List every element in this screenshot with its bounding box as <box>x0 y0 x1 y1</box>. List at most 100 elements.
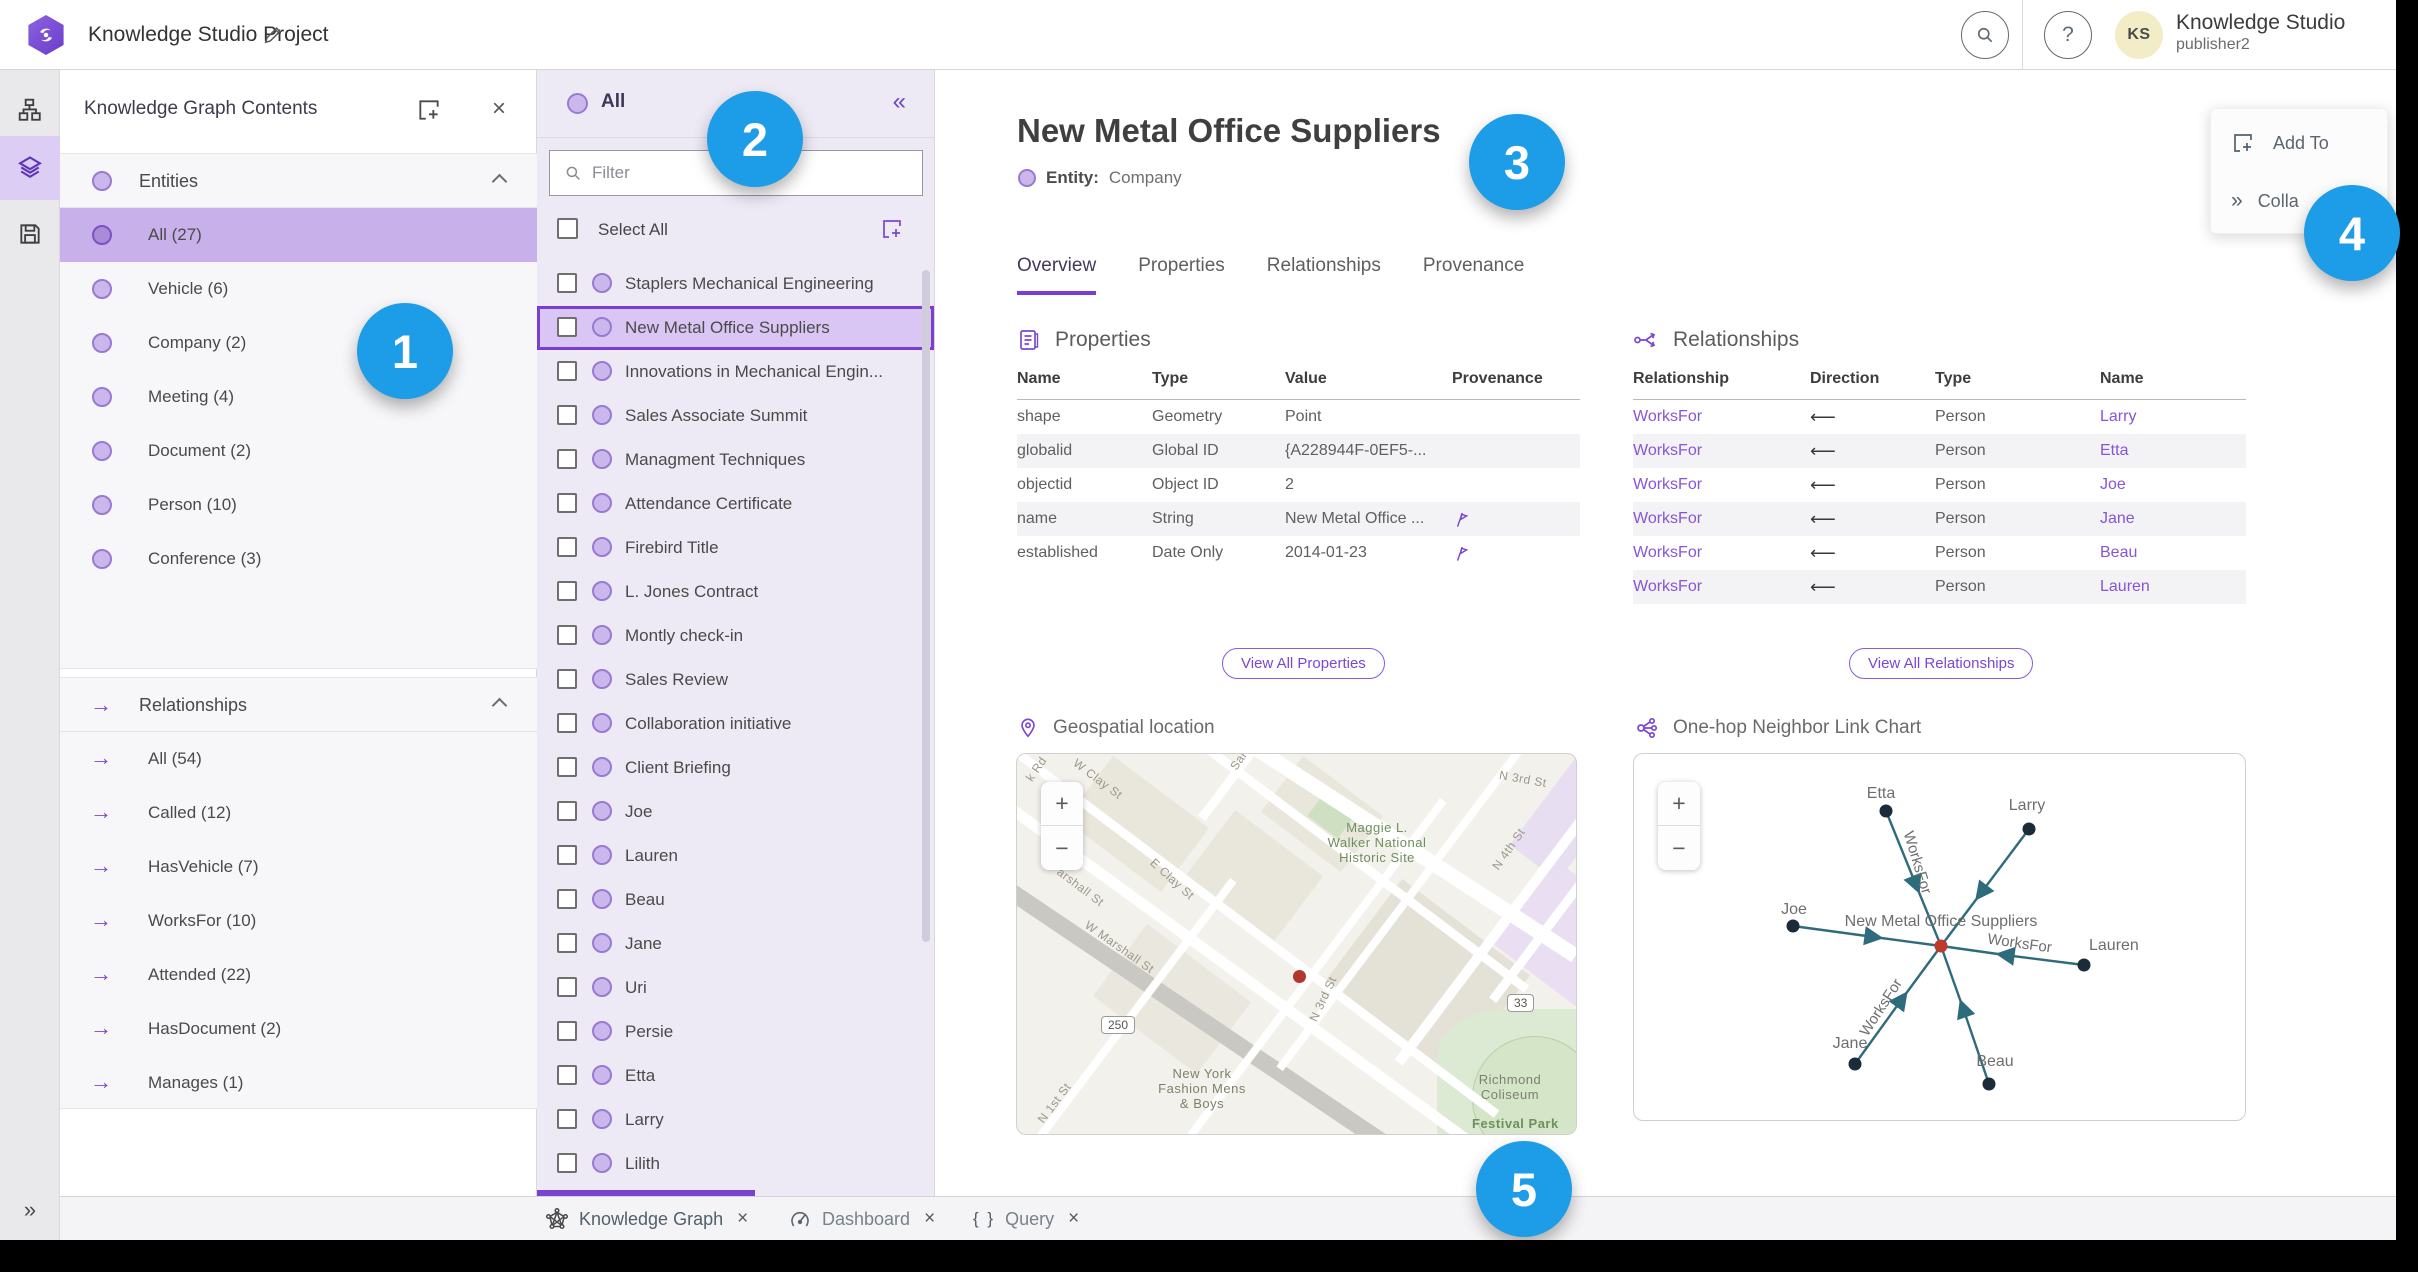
search-button[interactable] <box>1961 11 2009 59</box>
item-checkbox[interactable] <box>557 977 577 997</box>
save-icon[interactable] <box>0 202 60 266</box>
list-item[interactable]: Larry <box>537 1098 934 1142</box>
view-all-relationships-button[interactable]: View All Relationships <box>1849 648 2034 679</box>
relationship-type-item[interactable]: → HasDocument (2) <box>60 1002 537 1056</box>
list-item[interactable]: Sales Review <box>537 658 934 702</box>
list-item[interactable]: Etta <box>537 1054 934 1098</box>
entity-type-item[interactable]: Company (2) <box>60 316 537 370</box>
list-item[interactable]: Lauren <box>537 834 934 878</box>
table-row[interactable]: name String New Metal Office ... <box>1017 502 1580 536</box>
item-checkbox[interactable] <box>557 889 577 909</box>
list-item[interactable]: Joe <box>537 790 934 834</box>
table-row[interactable]: WorksFor ⟵ Person Joe <box>1633 468 2246 502</box>
item-checkbox[interactable] <box>557 317 577 337</box>
chevron-up-icon[interactable] <box>491 173 508 190</box>
user-info[interactable]: Knowledge Studio publisher2 <box>2176 11 2345 54</box>
table-row[interactable]: established Date Only 2014-01-23 <box>1017 536 1580 570</box>
list-item[interactable]: Lilith <box>537 1142 934 1186</box>
tab-knowledge-graph[interactable]: Knowledge Graph × <box>545 1197 748 1240</box>
table-row[interactable]: WorksFor ⟵ Person Lauren <box>1633 570 2246 604</box>
detail-tab[interactable]: Overview <box>1017 255 1097 295</box>
zoom-in-button[interactable]: + <box>1041 782 1083 826</box>
list-item[interactable]: Staplers Mechanical Engineering <box>537 262 934 306</box>
close-tab-icon[interactable]: × <box>737 1208 748 1230</box>
item-checkbox[interactable] <box>557 713 577 733</box>
relationships-section-header[interactable]: → Relationships <box>60 678 537 732</box>
relationship-type-item[interactable]: → Manages (1) <box>60 1056 537 1110</box>
close-panel-icon[interactable]: × <box>484 95 514 123</box>
zoom-out-button[interactable]: − <box>1658 826 1700 870</box>
item-checkbox[interactable] <box>557 801 577 821</box>
help-button[interactable]: ? <box>2044 11 2092 59</box>
relationship-type-item[interactable]: → HasVehicle (7) <box>60 840 537 894</box>
avatar[interactable]: KS <box>2115 11 2163 59</box>
entities-section-header[interactable]: Entities <box>60 154 537 208</box>
detail-tab[interactable]: Provenance <box>1423 255 1524 295</box>
list-item[interactable]: Montly check-in <box>537 614 934 658</box>
table-row[interactable]: WorksFor ⟵ Person Beau <box>1633 536 2246 570</box>
entity-type-item[interactable]: Person (10) <box>60 478 537 532</box>
zoom-in-button[interactable]: + <box>1658 782 1700 826</box>
layers-tool[interactable] <box>0 136 60 200</box>
list-scrollbar[interactable] <box>922 270 930 942</box>
relationship-type-item[interactable]: → Attended (22) <box>60 948 537 1002</box>
provenance-flag-icon[interactable] <box>1452 510 1580 529</box>
item-checkbox[interactable] <box>557 1065 577 1085</box>
entity-type-item[interactable]: Document (2) <box>60 424 537 478</box>
detail-tab[interactable]: Relationships <box>1267 255 1381 295</box>
entity-type-item[interactable]: Conference (3) <box>60 532 537 586</box>
table-row[interactable]: objectid Object ID 2 <box>1017 468 1580 502</box>
entity-type-item[interactable]: Vehicle (6) <box>60 262 537 316</box>
select-all-checkbox[interactable] <box>557 218 578 239</box>
table-row[interactable]: WorksFor ⟵ Person Larry <box>1633 400 2246 434</box>
relationship-type-item[interactable]: → All (54) <box>60 732 537 786</box>
item-checkbox[interactable] <box>557 845 577 865</box>
data-model-icon[interactable] <box>0 78 60 142</box>
list-item[interactable]: Managment Techniques <box>537 438 934 482</box>
close-tab-icon[interactable]: × <box>1068 1208 1079 1230</box>
item-checkbox[interactable] <box>557 1109 577 1129</box>
link-chart[interactable]: Etta Larry Joe Lauren Jane Beau New Meta… <box>1633 753 2246 1121</box>
map[interactable]: k Rd W Clay St Sal Maggie L. Walker Nati… <box>1016 753 1577 1135</box>
item-checkbox[interactable] <box>557 449 577 469</box>
provenance-flag-icon[interactable] <box>1452 544 1580 563</box>
table-row[interactable]: WorksFor ⟵ Person Jane <box>1633 502 2246 536</box>
edit-title-icon[interactable] <box>262 24 284 46</box>
item-checkbox[interactable] <box>557 933 577 953</box>
table-row[interactable]: globalid Global ID {A228944F-0EF5-... <box>1017 434 1580 468</box>
item-checkbox[interactable] <box>557 669 577 689</box>
list-item[interactable]: Firebird Title <box>537 526 934 570</box>
expand-rail-icon[interactable]: » <box>0 1188 60 1232</box>
item-checkbox[interactable] <box>557 625 577 645</box>
chevron-up-icon[interactable] <box>491 697 508 714</box>
add-to-new-icon[interactable] <box>416 97 442 123</box>
entity-type-item[interactable]: Meeting (4) <box>60 370 537 424</box>
item-checkbox[interactable] <box>557 361 577 381</box>
center-node[interactable] <box>1934 939 1948 953</box>
list-item[interactable]: Persie <box>537 1010 934 1054</box>
add-to-menu-item[interactable]: Add To <box>2211 121 2387 165</box>
view-all-properties-button[interactable]: View All Properties <box>1222 648 1385 679</box>
list-item[interactable]: Beau <box>537 878 934 922</box>
detail-tab[interactable]: Properties <box>1138 255 1225 295</box>
list-item[interactable]: New Metal Office Suppliers <box>537 306 934 350</box>
list-item[interactable]: Jane <box>537 922 934 966</box>
item-checkbox[interactable] <box>557 1153 577 1173</box>
item-checkbox[interactable] <box>557 537 577 557</box>
list-item[interactable]: Sales Associate Summit <box>537 394 934 438</box>
relationship-type-item[interactable]: → Called (12) <box>60 786 537 840</box>
add-to-selection-icon[interactable] <box>880 217 904 241</box>
item-checkbox[interactable] <box>557 273 577 293</box>
table-row[interactable]: WorksFor ⟵ Person Etta <box>1633 434 2246 468</box>
item-checkbox[interactable] <box>557 581 577 601</box>
item-checkbox[interactable] <box>557 757 577 777</box>
entity-type-item[interactable]: All (27) <box>60 208 537 262</box>
list-item[interactable]: Uri <box>537 966 934 1010</box>
list-item[interactable]: L. Jones Contract <box>537 570 934 614</box>
list-item[interactable]: Attendance Certificate <box>537 482 934 526</box>
item-checkbox[interactable] <box>557 405 577 425</box>
item-checkbox[interactable] <box>557 493 577 513</box>
zoom-out-button[interactable]: − <box>1041 826 1083 870</box>
item-checkbox[interactable] <box>557 1021 577 1041</box>
relationship-type-item[interactable]: → WorksFor (10) <box>60 894 537 948</box>
